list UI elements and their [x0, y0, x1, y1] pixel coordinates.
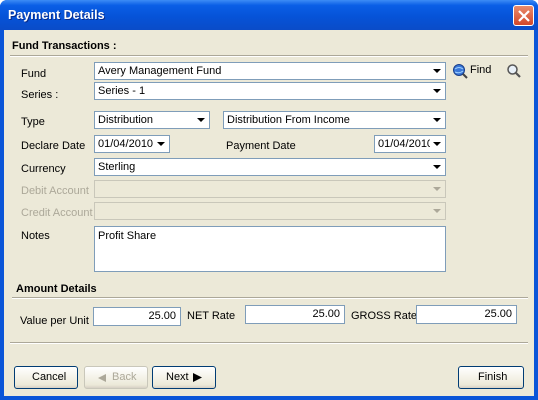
close-icon — [518, 10, 530, 22]
chevron-down-icon[interactable] — [430, 160, 444, 174]
window-title: Payment Details — [8, 8, 105, 22]
finish-button[interactable]: Finish — [458, 366, 524, 389]
currency-label: Currency — [21, 163, 66, 175]
title-bar[interactable]: Payment Details — [0, 0, 538, 30]
payment-date-value: 01/04/2010 — [378, 138, 434, 150]
gross-rate-input[interactable]: 25.00 — [416, 305, 517, 324]
find-globe-icon — [453, 64, 468, 79]
next-button[interactable]: Next — [152, 366, 216, 389]
net-rate-value: 25.00 — [312, 308, 340, 320]
footer-divider — [10, 342, 528, 344]
fund-value: Avery Management Fund — [98, 65, 222, 77]
chevron-down-icon — [430, 182, 444, 196]
credit-account-label: Credit Account — [21, 207, 93, 219]
debit-account-combo — [94, 180, 446, 198]
arrow-right-icon — [193, 373, 202, 382]
net-rate-label: NET Rate — [187, 310, 236, 322]
currency-value: Sterling — [98, 161, 136, 173]
series-label: Series : — [21, 89, 59, 101]
type-value: Distribution — [98, 114, 154, 126]
amount-details-heading: Amount Details — [16, 283, 97, 295]
chevron-down-icon[interactable] — [430, 113, 444, 127]
net-rate-input[interactable]: 25.00 — [245, 305, 345, 324]
payment-date-label: Payment Date — [226, 140, 296, 152]
value-per-unit-label: Value per Unit — [20, 315, 89, 327]
magnifier-icon[interactable] — [506, 63, 522, 79]
declare-date-label: Declare Date — [21, 140, 86, 152]
notes-value: Profit Share — [98, 230, 157, 242]
fund-combo[interactable]: Avery Management Fund — [94, 62, 446, 80]
chevron-down-icon[interactable] — [194, 113, 208, 127]
type-label: Type — [21, 116, 45, 128]
finish-label: Finish — [478, 371, 508, 383]
cancel-button[interactable]: Cancel — [14, 366, 78, 389]
gross-rate-value: 25.00 — [484, 308, 512, 320]
series-value: Series - 1 — [98, 85, 146, 97]
gross-rate-label: GROSS Rate — [351, 310, 418, 322]
back-button: Back — [84, 366, 148, 389]
fund-label: Fund — [21, 68, 47, 80]
value-per-unit-input[interactable]: 25.00 — [93, 307, 181, 326]
find-label: Find — [470, 64, 492, 76]
type-sub-value: Distribution From Income — [227, 114, 350, 126]
declare-date-picker[interactable]: 01/04/2010 — [94, 135, 170, 153]
chevron-down-icon — [430, 204, 444, 218]
back-label: Back — [112, 371, 137, 383]
notes-label: Notes — [21, 230, 50, 242]
series-combo[interactable]: Series - 1 — [94, 82, 446, 100]
debit-account-label: Debit Account — [21, 185, 89, 197]
chevron-down-icon[interactable] — [430, 84, 444, 98]
currency-combo[interactable]: Sterling — [94, 158, 446, 176]
chevron-down-icon[interactable] — [430, 137, 444, 151]
section-divider — [12, 297, 528, 299]
find-button[interactable]: Find — [452, 63, 492, 79]
arrow-left-icon — [98, 374, 106, 382]
notes-textarea[interactable]: Profit Share — [94, 226, 446, 272]
fund-transactions-heading: Fund Transactions : — [12, 40, 117, 52]
next-label: Next — [166, 371, 189, 383]
payment-date-picker[interactable]: 01/04/2010 — [374, 135, 446, 153]
credit-account-combo — [94, 202, 446, 220]
value-per-unit-value: 25.00 — [148, 310, 176, 322]
cancel-label: Cancel — [32, 371, 67, 383]
close-button[interactable] — [513, 5, 534, 26]
chevron-down-icon[interactable] — [154, 137, 168, 151]
type-combo[interactable]: Distribution — [94, 111, 210, 129]
chevron-down-icon[interactable] — [430, 64, 444, 78]
type-sub-combo[interactable]: Distribution From Income — [223, 111, 446, 129]
declare-date-value: 01/04/2010 — [98, 138, 154, 150]
section-divider — [10, 55, 528, 57]
